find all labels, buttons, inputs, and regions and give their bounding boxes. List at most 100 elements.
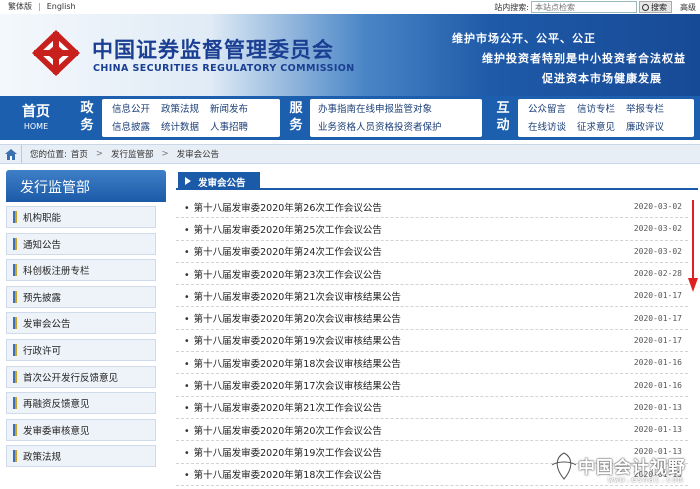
item-date: 2020-01-13 bbox=[633, 402, 682, 412]
nav-item[interactable]: 信息披露 bbox=[112, 119, 150, 133]
home-button[interactable]: 首页 HOME bbox=[8, 96, 64, 140]
list-item[interactable]: 第十八届发审委2020年第26次工作会议公告 2020-03-02 bbox=[176, 196, 688, 219]
csrc-logo-icon bbox=[32, 30, 80, 76]
home-icon[interactable] bbox=[0, 145, 22, 163]
nav-item[interactable]: 公众留言 bbox=[528, 101, 566, 115]
nav-item[interactable]: 在线申报 bbox=[356, 101, 394, 115]
nav-item[interactable]: 政策法规 bbox=[161, 101, 199, 115]
nav-panel-fuwu: 办事指南 在线申报 监管对象 业务资格 人员资格 投资者保护 bbox=[310, 99, 482, 137]
breadcrumb-prefix: 您的位置: bbox=[30, 150, 67, 160]
list-item[interactable]: 第十八届发审委2020年第21次会议审核结果公告 2020-01-17 bbox=[176, 285, 688, 308]
advanced-search-link[interactable]: 高级 bbox=[676, 2, 700, 13]
sidebar-item[interactable]: 首次公开发行反馈意见 bbox=[6, 365, 156, 388]
language-switcher: 繁体版 | English bbox=[8, 2, 76, 11]
item-date: 2020-01-16 bbox=[633, 358, 682, 368]
nav-item[interactable]: 人员资格 bbox=[356, 119, 394, 133]
bullet-icon bbox=[13, 423, 17, 436]
sidebar-item[interactable]: 机构职能 bbox=[6, 206, 156, 228]
bullet-icon bbox=[13, 343, 17, 356]
nav-group-zhengwu: 政务 bbox=[80, 101, 94, 133]
brand-name-cn: 中国证券监督管理委员会 bbox=[92, 37, 334, 62]
nav-item[interactable]: 人事招聘 bbox=[210, 119, 248, 133]
nav-item[interactable]: 廉政评议 bbox=[626, 119, 664, 133]
nav-item[interactable]: 举报专栏 bbox=[626, 101, 664, 115]
home-label-en: HOME bbox=[23, 122, 49, 131]
item-title[interactable]: 第十八届发审委2020年第20次会议审核结果公告 bbox=[184, 311, 401, 325]
traditional-chinese-link[interactable]: 繁体版 bbox=[8, 2, 32, 11]
item-title[interactable]: 第十八届发审委2020年第26次工作会议公告 bbox=[184, 200, 382, 214]
english-link[interactable]: English bbox=[47, 2, 76, 11]
watermark-text-en: www.esnai.com bbox=[608, 475, 684, 484]
sidebar-menu: 机构职能 通知公告 科创板注册专栏 预先披露 发审会公告 行政许可 首次公开发行… bbox=[6, 206, 156, 472]
breadcrumb: 您的位置: 首页 > 发行监管部 > 发审会公告 bbox=[0, 144, 700, 164]
section-header: 发审会公告 bbox=[176, 172, 698, 190]
item-title[interactable]: 第十八届发审委2020年第25次工作会议公告 bbox=[184, 222, 382, 236]
sidebar-item[interactable]: 再融资反馈意见 bbox=[6, 392, 156, 415]
sidebar-item[interactable]: 通知公告 bbox=[6, 232, 156, 255]
bullet-icon bbox=[13, 290, 17, 303]
bullet-icon bbox=[13, 370, 17, 383]
watermark: 中国会计视野 www.esnai.com bbox=[548, 449, 700, 487]
slogan-3: 促进资本市场健康发展 bbox=[542, 72, 662, 85]
red-arrow-down-icon bbox=[688, 200, 698, 292]
nav-item[interactable]: 信访专栏 bbox=[577, 101, 615, 115]
list-item[interactable]: 第十八届发审委2020年第20次会议审核结果公告 2020-01-17 bbox=[176, 307, 688, 330]
sidebar-title: 发行监管部 bbox=[6, 170, 166, 202]
item-date: 2020-01-17 bbox=[633, 291, 682, 301]
item-title[interactable]: 第十八届发审委2020年第18次会议审核结果公告 bbox=[184, 356, 401, 370]
item-title[interactable]: 第十八届发审委2020年第21次会议审核结果公告 bbox=[184, 289, 401, 303]
nav-item[interactable]: 在线访谈 bbox=[528, 119, 566, 133]
breadcrumb-department[interactable]: 发行监管部 bbox=[111, 148, 154, 160]
brand-name-en: CHINA SECURITIES REGULATORY COMMISSION bbox=[93, 63, 355, 74]
bullet-icon bbox=[13, 397, 17, 410]
item-title[interactable]: 第十八届发审委2020年第24次工作会议公告 bbox=[184, 244, 382, 258]
header-banner: 中国证券监督管理委员会 CHINA SECURITIES REGULATORY … bbox=[0, 14, 700, 96]
item-title[interactable]: 第十八届发审委2020年第19次工作会议公告 bbox=[184, 445, 382, 459]
search-button[interactable]: 搜索 bbox=[639, 1, 672, 13]
nav-item[interactable]: 投资者保护 bbox=[394, 119, 442, 133]
triangle-right-icon bbox=[185, 177, 191, 185]
nav-item[interactable]: 监管对象 bbox=[394, 101, 432, 115]
nav-item[interactable]: 业务资格 bbox=[318, 119, 356, 133]
list-item[interactable]: 第十八届发审委2020年第23次工作会议公告 2020-02-28 bbox=[176, 263, 688, 286]
search-button-label: 搜索 bbox=[651, 2, 667, 12]
list-item[interactable]: 第十八届发审委2020年第17次会议审核结果公告 2020-01-16 bbox=[176, 374, 688, 397]
item-date: 2020-03-02 bbox=[633, 202, 682, 212]
item-title[interactable]: 第十八届发审委2020年第18次工作会议公告 bbox=[184, 467, 382, 481]
sidebar-item[interactable]: 政策法规 bbox=[6, 445, 156, 468]
nav-item[interactable]: 新闻发布 bbox=[210, 101, 248, 115]
sidebar-item[interactable]: 预先披露 bbox=[6, 285, 156, 308]
item-title[interactable]: 第十八届发审委2020年第21次工作会议公告 bbox=[184, 400, 382, 414]
breadcrumb-home[interactable]: 首页 bbox=[71, 148, 88, 160]
search-icon bbox=[642, 3, 649, 11]
list-item[interactable]: 第十八届发审委2020年第24次工作会议公告 2020-03-02 bbox=[176, 241, 688, 263]
slogan-2: 维护投资者特别是中小投资者合法权益 bbox=[482, 52, 686, 65]
item-title[interactable]: 第十八届发审委2020年第20次工作会议公告 bbox=[184, 423, 382, 437]
nav-item[interactable]: 征求意见 bbox=[577, 119, 615, 133]
list-item[interactable]: 第十八届发审委2020年第19次会议审核结果公告 2020-01-17 bbox=[176, 330, 688, 353]
section-tab[interactable]: 发审会公告 bbox=[178, 172, 260, 190]
bullet-icon bbox=[13, 317, 17, 330]
bullet-icon bbox=[13, 450, 17, 463]
list-item[interactable]: 第十八届发审委2020年第20次工作会议公告 2020-01-13 bbox=[176, 419, 688, 442]
nav-group-fuwu: 服务 bbox=[289, 101, 303, 133]
item-title[interactable]: 第十八届发审委2020年第23次工作会议公告 bbox=[184, 267, 382, 281]
sidebar-item[interactable]: 发审委审核意见 bbox=[6, 418, 156, 441]
list-item[interactable]: 第十八届发审委2020年第18次会议审核结果公告 2020-01-16 bbox=[176, 352, 688, 375]
item-title[interactable]: 第十八届发审委2020年第19次会议审核结果公告 bbox=[184, 333, 401, 347]
bullet-icon bbox=[13, 237, 17, 250]
nav-item[interactable]: 办事指南 bbox=[318, 101, 356, 115]
nav-item[interactable]: 统计数据 bbox=[161, 119, 199, 133]
search-input[interactable] bbox=[531, 1, 637, 13]
sidebar-item[interactable]: 科创板注册专栏 bbox=[6, 259, 156, 282]
item-date: 2020-01-13 bbox=[633, 425, 682, 435]
item-title[interactable]: 第十八届发审委2020年第17次会议审核结果公告 bbox=[184, 378, 401, 392]
nav-panel-hudong: 公众留言 信访专栏 举报专栏 在线访谈 征求意见 廉政评议 bbox=[518, 99, 694, 137]
announcement-list: 第十八届发审委2020年第26次工作会议公告 2020-03-02 第十八届发审委… bbox=[176, 196, 688, 486]
nav-item[interactable]: 信息公开 bbox=[112, 101, 150, 115]
sidebar-item[interactable]: 行政许可 bbox=[6, 338, 156, 361]
sidebar-item[interactable]: 发审会公告 bbox=[6, 312, 156, 335]
list-item[interactable]: 第十八届发审委2020年第25次工作会议公告 2020-03-02 bbox=[176, 218, 688, 241]
item-date: 2020-01-16 bbox=[633, 380, 682, 390]
list-item[interactable]: 第十八届发审委2020年第21次工作会议公告 2020-01-13 bbox=[176, 397, 688, 419]
